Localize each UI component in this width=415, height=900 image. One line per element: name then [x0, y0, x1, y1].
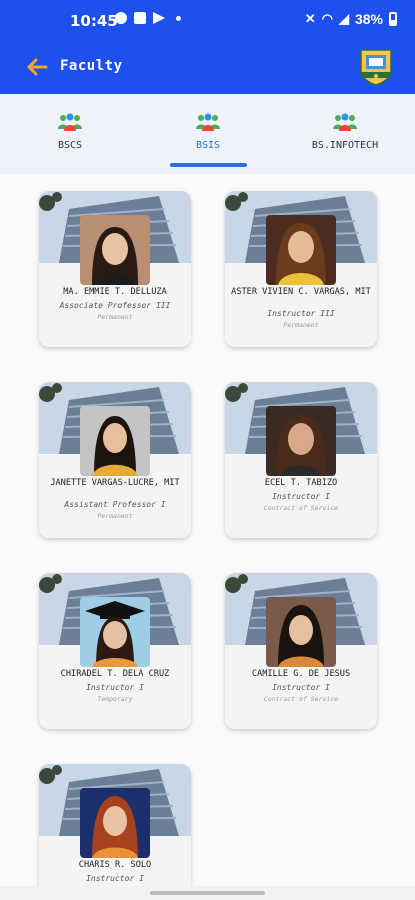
faculty-status: Contract of Service: [263, 504, 339, 512]
faculty-position: Associate Professor III: [59, 301, 171, 310]
faculty-status: Permanent: [97, 512, 133, 520]
faculty-position: Instructor I: [272, 683, 330, 692]
tab-bscs[interactable]: BSCS: [20, 94, 120, 174]
battery-percent: 38%: [354, 11, 383, 27]
wifi-icon: ◠: [321, 11, 333, 26]
faculty-name: ECEL T. TABIZO: [264, 478, 338, 488]
faculty-name: MA. EMMIE T. DELLUZA: [63, 287, 167, 297]
more-notifications-icon: [176, 15, 181, 21]
back-button[interactable]: [24, 54, 50, 80]
page-title: Faculty: [60, 58, 123, 74]
faculty-photo: [266, 406, 336, 476]
faculty-card[interactable]: CAMILLE G. DE JESUS Instructor I Contrac…: [225, 573, 377, 729]
faculty-position: Instructor I: [86, 683, 144, 692]
people-group-icon: [333, 113, 357, 131]
faculty-name: JANETTE VARGAS-LUCRE, MIT: [50, 478, 180, 488]
status-time: 10:45: [70, 12, 118, 30]
faculty-photo: [80, 597, 150, 667]
faculty-photo: [266, 215, 336, 285]
faculty-card[interactable]: JANETTE VARGAS-LUCRE, MIT Assistant Prof…: [39, 382, 191, 538]
faculty-grid: MA. EMMIE T. DELLUZA Associate Professor…: [0, 174, 415, 886]
arrow-left-icon: [27, 58, 48, 76]
notification-icons: [115, 12, 181, 24]
faculty-card[interactable]: MA. EMMIE T. DELLUZA Associate Professor…: [39, 191, 191, 347]
faculty-card[interactable]: ASTER VIVIEN C. VARGAS, MIT Instructor I…: [225, 191, 377, 347]
status-bar: 10:45 ✕ ◠ ◢ 38%: [0, 0, 415, 40]
tab-bs-infotech[interactable]: BS.INFOTECH: [295, 94, 395, 174]
tab-bsis[interactable]: BSIS: [158, 94, 258, 174]
tab-label: BSCS: [57, 140, 83, 151]
system-navigation-bar: [0, 886, 415, 900]
people-group-icon: [196, 113, 220, 131]
faculty-position: Instructor I: [86, 874, 144, 883]
faculty-photo: [80, 788, 150, 858]
faculty-name: ASTER VIVIEN C. VARGAS, MIT: [231, 287, 371, 297]
image-icon: [134, 12, 146, 24]
faculty-position: Instructor III: [267, 309, 335, 318]
faculty-position: Instructor I: [272, 492, 330, 501]
active-tab-indicator: [170, 163, 247, 167]
faculty-status: Contract of Service: [263, 695, 339, 703]
faculty-status: Permanent: [97, 313, 133, 321]
faculty-photo: [80, 215, 150, 285]
app-bar: Faculty: [0, 40, 415, 94]
program-tabs: BSCS BSIS BS.INFOTECH: [0, 94, 415, 174]
messenger-icon: [115, 12, 127, 24]
battery-icon: [389, 12, 397, 26]
college-logo: [357, 46, 395, 86]
faculty-photo: [80, 406, 150, 476]
faculty-name: CHIRADEL T. DELA CRUZ: [60, 669, 170, 679]
signal-icon: ◢: [338, 11, 349, 26]
faculty-status: Temporary: [97, 695, 133, 703]
faculty-name: CAMILLE G. DE JESUS: [251, 669, 351, 679]
telegram-icon: [153, 12, 165, 24]
home-gesture-handle[interactable]: [150, 891, 265, 895]
faculty-card[interactable]: CHIRADEL T. DELA CRUZ Instructor I Tempo…: [39, 573, 191, 729]
mute-icon: ✕: [304, 11, 316, 26]
system-icons: ✕ ◠ ◢ 38%: [305, 11, 397, 27]
tab-label: BSIS: [195, 140, 221, 151]
faculty-position: Assistant Professor I: [64, 500, 166, 509]
faculty-name: CHARIS R. SOLO: [78, 860, 152, 870]
faculty-card[interactable]: CHARIS R. SOLO Instructor I: [39, 764, 191, 886]
faculty-status: Permanent: [283, 321, 319, 329]
tab-label: BS.INFOTECH: [311, 140, 379, 151]
faculty-card[interactable]: ECEL T. TABIZO Instructor I Contract of …: [225, 382, 377, 538]
faculty-photo: [266, 597, 336, 667]
people-group-icon: [58, 113, 82, 131]
